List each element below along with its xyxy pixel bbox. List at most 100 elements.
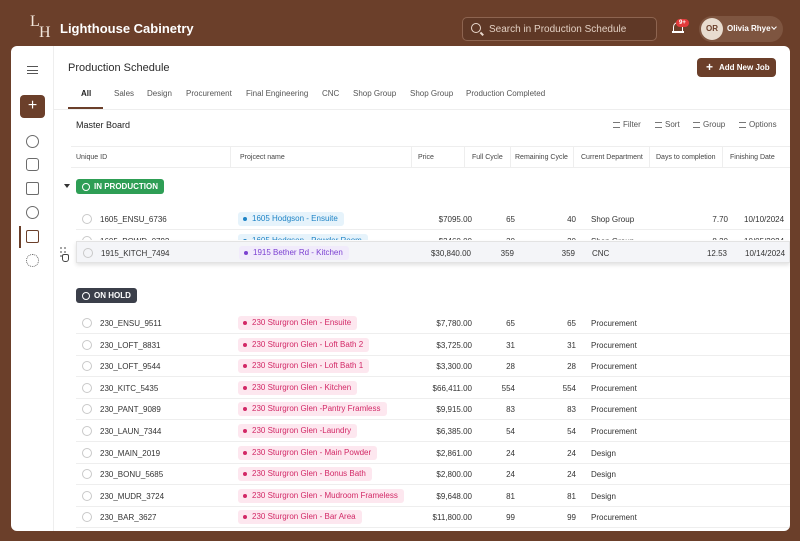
row-checkbox[interactable] [83, 248, 93, 258]
col-full-cycle[interactable]: Full Cycle [472, 154, 503, 161]
group-label: Group [703, 120, 726, 129]
row-checkbox[interactable] [82, 426, 92, 436]
table-row[interactable]: 230 Sturgron Glen -Pantry Framless 230_PA… [76, 398, 790, 421]
table-row[interactable]: 230 Sturgron Glen - Bar Area 230_BAR_3627… [76, 506, 790, 529]
project-tag[interactable]: 1915 Bether Rd - Kitchen [239, 246, 349, 260]
project-tag[interactable]: 230 Sturgron Glen - Loft Bath 1 [238, 359, 370, 374]
price: $66,411.00 [432, 383, 472, 393]
project-tag[interactable]: 230 Sturgron Glen - Kitchen [238, 380, 358, 395]
group-title: IN PRODUCTION [94, 182, 158, 191]
logo[interactable]: L H [30, 13, 54, 41]
table-row[interactable]: 1605 Hodgson - Ensuite 1605_ENSU_6736 $709… [76, 208, 790, 230]
project-tag[interactable]: 230 Sturgron Glen - Mudroom Frameless [238, 488, 404, 503]
unique-id: 230_BONU_5685 [100, 470, 164, 480]
row-checkbox[interactable] [82, 469, 92, 480]
menu-icon[interactable] [27, 66, 38, 74]
tab-production-completed[interactable]: Production Completed [466, 89, 545, 98]
plus-icon: + [706, 60, 714, 74]
price: $2,800.00 [436, 470, 472, 480]
table-row[interactable]: 1605 Hodgson - Powder Room 1605_POWD_0792… [76, 230, 790, 240]
project-tag[interactable]: 230 Sturgron Glen -Pantry Framless [238, 402, 387, 417]
department: CNC [592, 249, 610, 258]
avatar: OR [701, 18, 723, 40]
table-row[interactable]: 230 Sturgron Glen - Main Powder 230_MAIN_… [76, 442, 790, 464]
group-label-on-hold[interactable]: ON HOLD [76, 288, 137, 303]
dollar-icon[interactable] [26, 206, 39, 219]
row-checkbox[interactable] [82, 447, 92, 458]
schedule-icon[interactable] [26, 230, 39, 243]
price: $3,300.00 [436, 362, 472, 372]
tab-shop-group-2[interactable]: Shop Group [410, 89, 453, 98]
project-tag[interactable]: 1605 Hodgson - Powder Room [238, 234, 368, 240]
col-project-name[interactable]: Projcect name [240, 154, 285, 161]
remaining-cycle: 99 [567, 513, 576, 523]
col-remaining-cycle[interactable]: Remaining Cycle [515, 154, 568, 161]
col-finishing-date[interactable]: Finishing Date [730, 154, 775, 161]
project-tag[interactable]: 1605 Hodgson - Ensuite [238, 212, 344, 226]
finishing-date: 10/10/2024 [744, 215, 785, 224]
options-button[interactable]: Options [739, 120, 777, 129]
full-cycle: 65 [506, 319, 515, 328]
gear-icon[interactable] [26, 254, 39, 267]
price: $9,648.00 [436, 491, 472, 501]
tab-all[interactable]: All [81, 89, 91, 98]
table-row[interactable]: 230 Sturgron Glen - Bonus Bath 230_BONU_5… [76, 463, 790, 486]
row-checkbox[interactable] [82, 318, 92, 328]
row-checkbox[interactable] [82, 512, 92, 523]
collapse-group-icon[interactable] [64, 184, 70, 188]
table-row[interactable]: 230 Sturgron Glen -Laundry 230_LAUN_7344 $… [76, 420, 790, 442]
tab-final-engineering[interactable]: Final Engineering [246, 89, 308, 98]
add-new-job-label: Add New Job [719, 63, 770, 72]
page-title: Production Schedule [68, 62, 170, 74]
group-button[interactable]: Group [693, 120, 725, 129]
department: Procurement [591, 427, 637, 436]
notification-badge: 9+ [676, 19, 689, 27]
user-name: Olivia Rhye [727, 24, 771, 33]
create-button[interactable]: + [20, 95, 45, 118]
table-row[interactable]: 230 Sturgron Glen - Loft Bath 1 230_LOFT_… [76, 355, 790, 378]
row-checkbox[interactable] [82, 404, 92, 415]
row-checkbox[interactable] [82, 236, 92, 240]
col-current-department[interactable]: Current Department [581, 154, 643, 161]
project-tag[interactable]: 230 Sturgron Glen - Bonus Bath [238, 467, 372, 482]
col-unique-id[interactable]: Unique ID [76, 154, 107, 161]
search-input[interactable]: Search in Production Schedule [462, 17, 657, 41]
table-row[interactable]: 230 Sturgron Glen - Ensuite 230_ENSU_9511… [76, 312, 790, 334]
col-price[interactable]: Price [418, 154, 434, 161]
project-tag[interactable]: 230 Sturgron Glen -Laundry [238, 424, 358, 438]
row-checkbox[interactable] [82, 339, 92, 350]
remaining-cycle: 24 [567, 448, 576, 458]
row-checkbox[interactable] [82, 490, 92, 501]
tab-shop-group[interactable]: Shop Group [353, 89, 396, 98]
full-cycle: 31 [506, 340, 515, 350]
row-checkbox[interactable] [82, 361, 92, 372]
tab-cnc[interactable]: CNC [322, 89, 339, 98]
table-row-dragging[interactable]: 1915 Bether Rd - Kitchen 1915_KITCH_7494 $… [76, 241, 790, 263]
group-label-in-production[interactable]: IN PRODUCTION [76, 179, 164, 194]
tab-procurement[interactable]: Procurement [186, 89, 232, 98]
project-tag[interactable]: 230 Sturgron Glen - Ensuite [238, 316, 358, 330]
add-new-job-button[interactable]: + Add New Job [697, 58, 776, 77]
table-row[interactable]: 230 Sturgron Glen - Mudroom Frameless 230… [76, 485, 790, 507]
project-tag[interactable]: 230 Sturgron Glen - Loft Bath 2 [238, 337, 370, 352]
sort-button[interactable]: Sort [655, 120, 680, 129]
column-divider [510, 146, 511, 168]
table-row[interactable]: 230 Sturgron Glen - Loft Bath 2 230_LOFT_… [76, 334, 790, 356]
row-checkbox[interactable] [82, 382, 92, 393]
user-menu[interactable]: OR Olivia Rhye [699, 16, 783, 42]
clipboard-icon[interactable] [26, 182, 39, 195]
table-row[interactable]: 230 Sturgron Glen - Kitchen 230_KITC_5435… [76, 377, 790, 399]
tab-sales[interactable]: Sales [114, 89, 134, 98]
filter-button[interactable]: Filter [613, 120, 641, 129]
department: Procurement [591, 340, 637, 350]
project-tag[interactable]: 230 Sturgron Glen - Main Powder [238, 445, 378, 460]
col-days-to-completion[interactable]: Days to completion [656, 154, 716, 161]
tab-design[interactable]: Design [147, 89, 172, 98]
row-checkbox[interactable] [82, 214, 92, 224]
chevron-down-icon [771, 24, 777, 30]
unique-id: 230_LAUN_7344 [100, 427, 162, 436]
project-tag[interactable]: 230 Sturgron Glen - Bar Area [238, 510, 362, 525]
dashboard-icon[interactable] [26, 135, 39, 148]
unique-id: 230_LOFT_9544 [100, 362, 161, 372]
team-icon[interactable] [26, 158, 39, 171]
